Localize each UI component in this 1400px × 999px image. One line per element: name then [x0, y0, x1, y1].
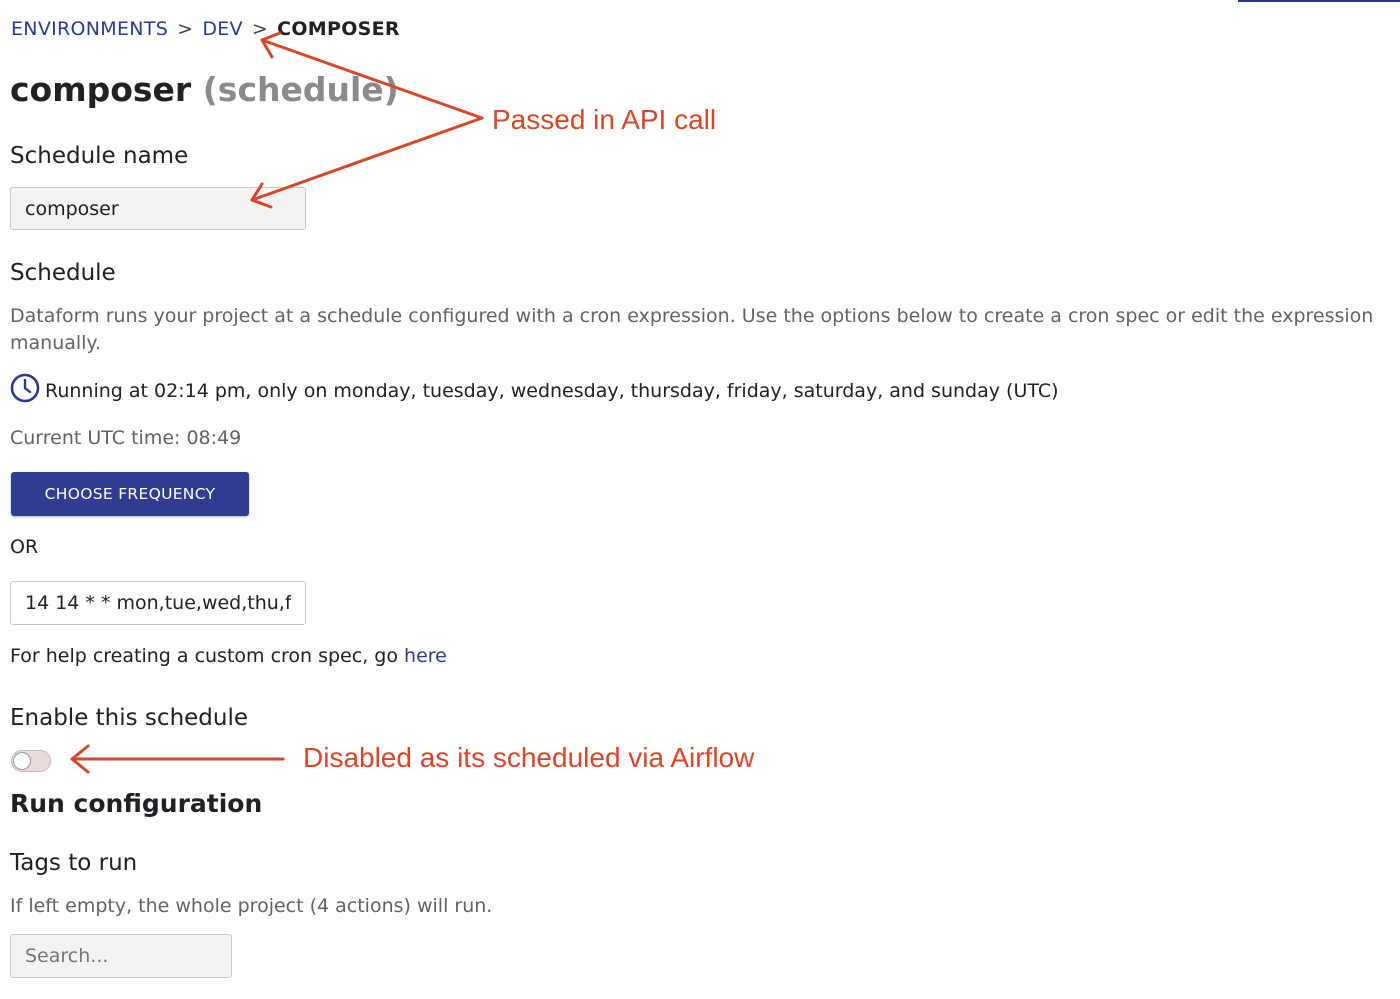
arrow-to-schedule-name	[250, 116, 484, 202]
annotation-airflow: Disabled as its scheduled via Airflow	[303, 742, 755, 773]
annotation-api-call: Passed in API call	[492, 104, 717, 135]
annotation-arrows	[70, 31, 484, 774]
arrow-to-breadcrumb	[260, 38, 484, 120]
